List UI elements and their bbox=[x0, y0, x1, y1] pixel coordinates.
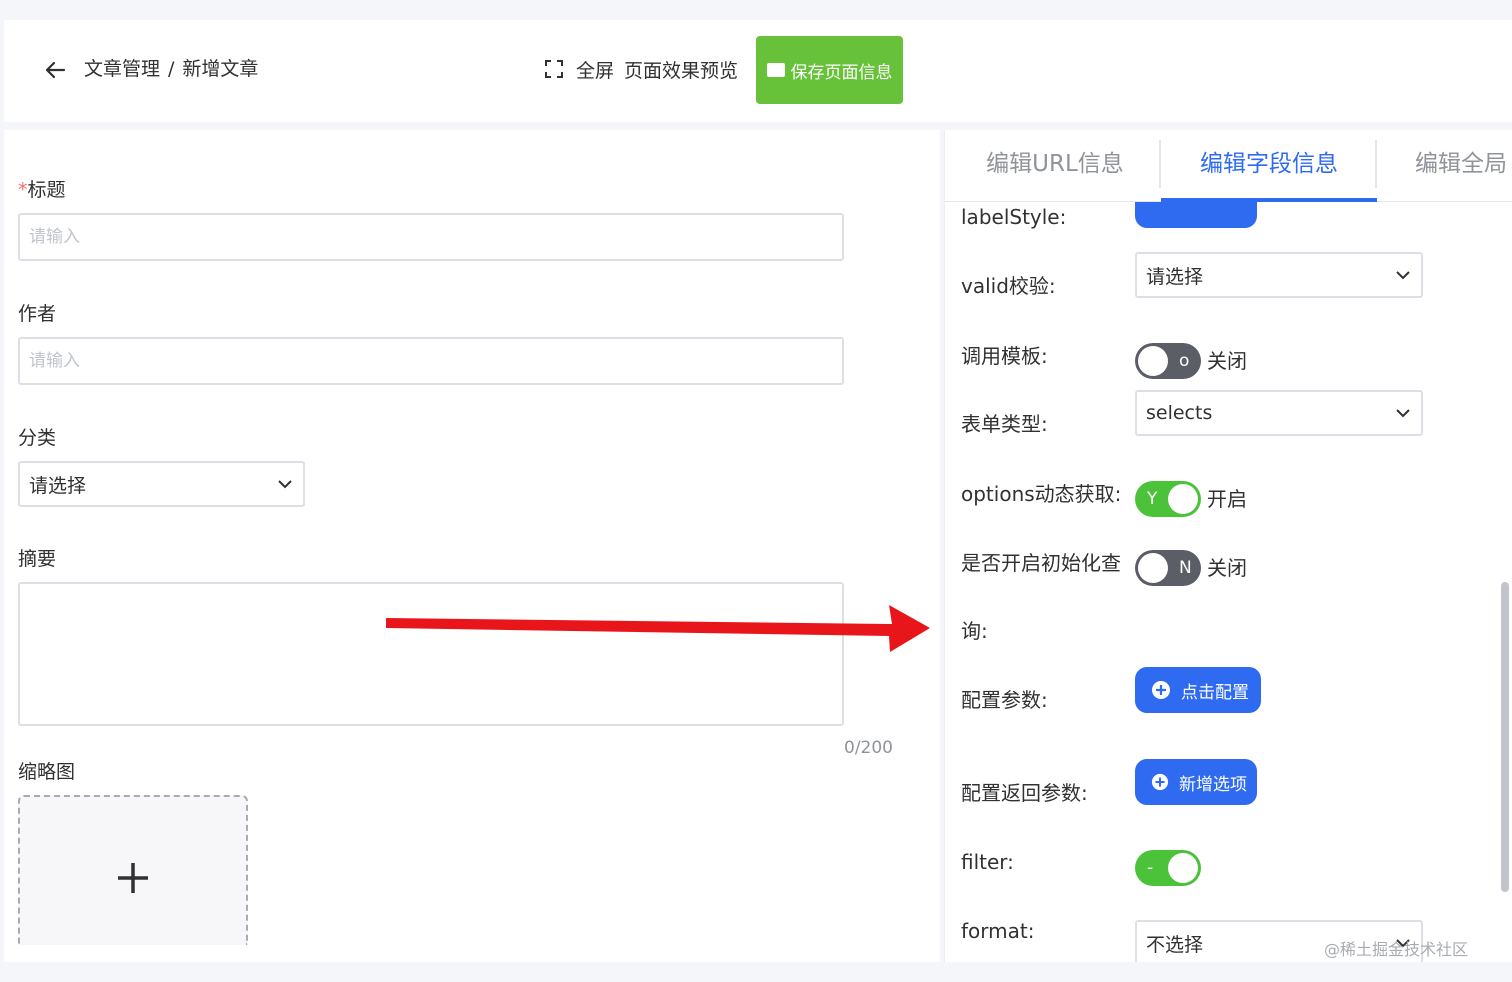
switch-text: N bbox=[1179, 558, 1192, 578]
red-arrow-annotation bbox=[386, 605, 930, 652]
chevron-down-icon bbox=[278, 480, 292, 489]
click-config-label: 点击配置 bbox=[1181, 682, 1249, 703]
template-label: 调用模板: bbox=[961, 344, 1048, 368]
switch-knob bbox=[1168, 484, 1198, 514]
author-input[interactable] bbox=[18, 337, 844, 385]
form-type-select-value: selects bbox=[1146, 402, 1213, 424]
summary-label: 摘要 bbox=[18, 548, 57, 570]
fullscreen-preview-toggle[interactable]: 全屏 页面效果预览 bbox=[544, 56, 738, 82]
tab-edit-field-info[interactable]: 编辑字段信息 bbox=[1161, 140, 1377, 188]
label-style-label: labelStyle: bbox=[961, 205, 1067, 229]
tab-divider bbox=[1375, 140, 1377, 188]
watermark: @稀土掘金技术社区 bbox=[1324, 940, 1469, 959]
article-form: *标题 作者 分类 请选择 摘要 0/200 缩略图 bbox=[4, 130, 940, 962]
chevron-down-icon bbox=[1396, 409, 1410, 418]
title-label-text: 标题 bbox=[27, 179, 66, 201]
breadcrumb-item-article-management[interactable]: 文章管理 bbox=[84, 58, 160, 80]
init-query-state: 关闭 bbox=[1207, 556, 1247, 580]
init-query-switch[interactable]: N bbox=[1135, 550, 1201, 586]
options-dynamic-switch[interactable]: Y bbox=[1135, 481, 1201, 517]
category-select-value: 请选择 bbox=[29, 474, 87, 497]
circle-plus-icon bbox=[1151, 773, 1169, 791]
category-label: 分类 bbox=[18, 427, 57, 449]
folder-icon bbox=[766, 63, 785, 77]
add-option-button[interactable]: 新增选项 bbox=[1135, 759, 1257, 805]
form-type-select[interactable]: selects bbox=[1135, 390, 1423, 436]
form-type-label: 表单类型: bbox=[961, 412, 1048, 436]
thumbnail-uploader[interactable] bbox=[18, 795, 248, 945]
summary-char-counter: 0/200 bbox=[844, 738, 893, 758]
title-label: *标题 bbox=[18, 178, 66, 202]
filter-switch[interactable]: - bbox=[1135, 850, 1201, 886]
tab-edit-url-info[interactable]: 编辑URL信息 bbox=[965, 140, 1145, 188]
chevron-down-icon bbox=[1396, 271, 1410, 280]
panel-tabs: 编辑URL信息 编辑字段信息 编辑全局 bbox=[945, 130, 1512, 202]
breadcrumb-separator: / bbox=[168, 58, 175, 80]
fullscreen-label: 全屏 bbox=[576, 59, 615, 82]
field-config-panel: labelStyle: valid校验: 请选择 调用模板: o 关闭 表单类型… bbox=[944, 130, 1512, 962]
category-select[interactable]: 请选择 bbox=[18, 461, 305, 507]
switch-text: - bbox=[1147, 858, 1154, 878]
top-header: 文章管理 / 新增文章 全屏 页面效果预览 保存页面信息 bbox=[4, 20, 1512, 122]
valid-select-value: 请选择 bbox=[1146, 265, 1204, 288]
breadcrumb: 文章管理 / 新增文章 bbox=[84, 56, 258, 82]
breadcrumb-item-new-article: 新增文章 bbox=[182, 58, 259, 80]
title-input[interactable] bbox=[18, 213, 844, 261]
thumbnail-label: 缩略图 bbox=[18, 761, 76, 783]
required-mark: * bbox=[18, 179, 28, 201]
tab-edit-global[interactable]: 编辑全局 bbox=[1415, 140, 1512, 188]
valid-select[interactable]: 请选择 bbox=[1135, 252, 1423, 298]
page-preview-label: 页面效果预览 bbox=[624, 59, 739, 82]
switch-knob bbox=[1138, 553, 1168, 583]
options-dynamic-label: options动态获取: bbox=[961, 482, 1122, 506]
fullscreen-icon bbox=[545, 60, 563, 78]
config-params-label: 配置参数: bbox=[961, 688, 1048, 712]
add-option-label: 新增选项 bbox=[1179, 774, 1247, 795]
format-label: format: bbox=[961, 919, 1035, 943]
plus-icon bbox=[118, 863, 148, 893]
click-config-button[interactable]: 点击配置 bbox=[1135, 667, 1261, 713]
switch-knob bbox=[1168, 853, 1198, 883]
save-page-info-button[interactable]: 保存页面信息 bbox=[756, 36, 903, 104]
save-button-label: 保存页面信息 bbox=[790, 62, 893, 83]
author-label: 作者 bbox=[18, 303, 57, 325]
arrow-left-icon[interactable] bbox=[42, 57, 68, 83]
filter-label: filter: bbox=[961, 850, 1014, 874]
panel-scrollbar[interactable] bbox=[1501, 582, 1509, 892]
template-switch[interactable]: o bbox=[1135, 343, 1201, 379]
active-tab-indicator bbox=[1161, 198, 1377, 202]
valid-label: valid校验: bbox=[961, 274, 1056, 298]
circle-plus-icon bbox=[1152, 681, 1170, 699]
config-return-label: 配置返回参数: bbox=[961, 781, 1088, 805]
options-dynamic-state: 开启 bbox=[1207, 487, 1247, 511]
switch-text: Y bbox=[1147, 489, 1158, 509]
init-query-label-line2: 询: bbox=[961, 619, 988, 643]
switch-text: o bbox=[1179, 351, 1190, 371]
init-query-label-line1: 是否开启初始化查 bbox=[961, 551, 1121, 575]
switch-knob bbox=[1138, 346, 1168, 376]
template-state: 关闭 bbox=[1207, 349, 1247, 373]
